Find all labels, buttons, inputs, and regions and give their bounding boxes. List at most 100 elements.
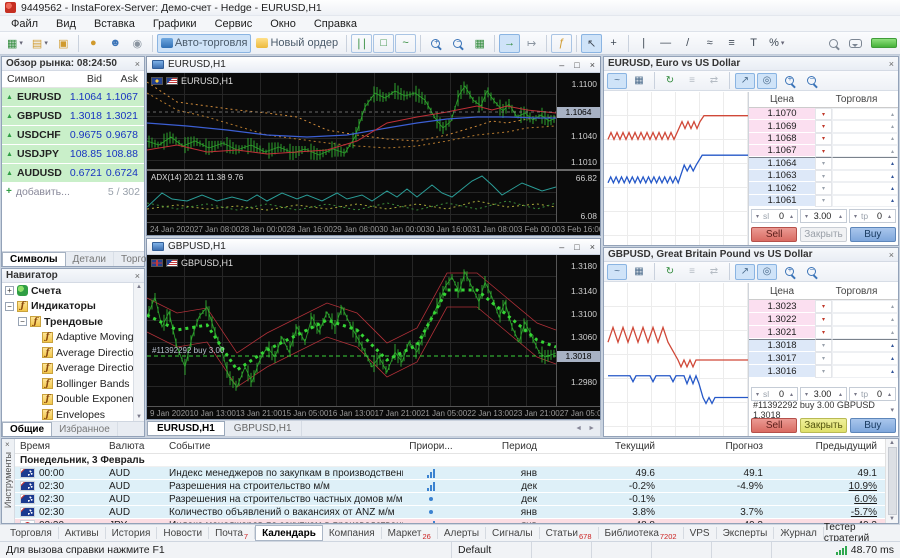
sell-price-row[interactable]: 1.3023▾▴ — [749, 300, 898, 313]
buy-price-row[interactable]: 1.3016▾▴ — [749, 365, 898, 378]
profiles-button[interactable]: ▤▾ — [28, 34, 52, 53]
time-axis[interactable]: 9 Jan 202010 Jan 13:0013 Jan 21:0015 Jan… — [147, 406, 600, 419]
line-chart-button[interactable]: ~ — [395, 34, 416, 53]
tab-news[interactable]: Новости — [157, 527, 209, 539]
tree-item-indicators[interactable]: −ƒИндикаторы — [2, 299, 133, 315]
group-orders-button[interactable]: ◎ — [757, 264, 777, 280]
calendar-row[interactable]: 02:30 AUD Разрешения на строительство ча… — [15, 493, 885, 506]
tile-windows-button[interactable]: ▦ — [469, 34, 490, 53]
zoom-in-button[interactable]: + — [779, 264, 799, 280]
tab-company[interactable]: Компания — [323, 527, 382, 539]
volume-stepper[interactable]: ▾3.00▴ — [800, 209, 847, 223]
sell-arrow-icon[interactable]: ▾ — [815, 170, 832, 182]
calendar-row[interactable]: 02:30 AUD Разрешения на строительство м/… — [15, 480, 885, 493]
trade-cell[interactable]: ▴ — [832, 108, 898, 120]
expand-icon[interactable]: + — [5, 286, 14, 295]
refresh-button[interactable]: ↻ — [660, 73, 680, 89]
deposit-button[interactable]: ● — [83, 34, 104, 53]
fibonacci-button[interactable]: ≈ — [699, 34, 720, 53]
buy-price-row[interactable]: 1.3017▾▴ — [749, 352, 898, 365]
chart-window-title-bar[interactable]: EURUSD,H1 – □ × — [147, 57, 600, 73]
trade-cell[interactable]: ▴ — [832, 365, 898, 378]
trade-cell[interactable]: ▴ — [832, 157, 898, 170]
sell-price-row[interactable]: 1.1067▾▴ — [749, 145, 898, 157]
objects-list-button[interactable]: ≡ — [721, 34, 742, 53]
column-bid[interactable]: Bid — [62, 73, 102, 85]
pane-separator[interactable] — [147, 169, 600, 171]
trade-cell[interactable]: ▴ — [832, 352, 898, 365]
column-ask[interactable]: Ask — [102, 73, 142, 85]
autoscroll-button[interactable]: → — [499, 34, 520, 53]
refresh-button[interactable]: ↻ — [660, 264, 680, 280]
close-icon[interactable]: × — [889, 59, 894, 69]
symbol-row-gbpusd[interactable]: ▲GBPUSD 1.30181.3021 — [2, 107, 144, 126]
take-profit-stepper[interactable]: ▾tp0▴ — [849, 209, 896, 223]
search-button[interactable] — [823, 34, 844, 53]
column-current[interactable]: Текущий — [545, 441, 663, 452]
maximize-button[interactable]: □ — [574, 242, 579, 252]
minimize-button[interactable]: – — [559, 60, 564, 70]
history-center-button[interactable]: ▣ — [53, 34, 74, 53]
sell-arrow-icon[interactable]: ▾ — [815, 339, 832, 352]
menu-charts[interactable]: Графики — [144, 17, 206, 31]
depth-table-button[interactable]: ▦ — [629, 264, 649, 280]
column-symbol[interactable]: Символ — [2, 73, 62, 85]
horizontal-line-button[interactable]: — — [655, 34, 676, 53]
crosshair-button[interactable]: + — [603, 34, 624, 53]
sell-arrow-icon[interactable]: ▾ — [815, 145, 832, 157]
price-axis[interactable]: 1.3180 1.3140 1.3100 1.3060 1.2980 — [556, 255, 600, 419]
menu-window[interactable]: Окно — [261, 17, 305, 31]
one-click-button[interactable]: ↗ — [735, 264, 755, 280]
depth-button[interactable]: ≡ — [682, 73, 702, 89]
tab-experts[interactable]: Эксперты — [717, 527, 775, 539]
tab-history[interactable]: История — [106, 527, 158, 539]
sell-arrow-icon[interactable]: ▾ — [815, 182, 832, 194]
column-currency[interactable]: Валюта — [101, 441, 169, 452]
sell-arrow-icon[interactable]: ▾ — [815, 195, 832, 207]
scroll-up-icon[interactable]: ▲ — [136, 284, 142, 290]
new-order-button[interactable]: Новый ордер — [252, 34, 342, 53]
one-click-button[interactable]: ↗ — [735, 73, 755, 89]
close-icon[interactable]: × — [5, 440, 10, 449]
autotrade-button[interactable]: Авто-торговля — [157, 34, 252, 53]
sell-arrow-icon[interactable]: ▾ — [815, 352, 832, 365]
tab-trade[interactable]: Торговля — [4, 527, 59, 539]
sell-arrow-icon[interactable]: ▾ — [815, 133, 832, 145]
close-icon[interactable]: × — [135, 271, 140, 281]
tab-signals[interactable]: Сигналы — [486, 527, 540, 539]
sell-arrow-icon[interactable]: ▾ — [815, 157, 832, 170]
connection-latency[interactable]: 48.70 ms — [830, 542, 900, 558]
open-position-row[interactable]: #11392292 buy 3.00 GBPUSD 1.3018 ▾ — [749, 403, 898, 416]
column-time[interactable]: Время — [15, 441, 101, 452]
chevron-down-icon[interactable]: ▾ — [890, 406, 894, 414]
close-position-button[interactable]: Закрыть — [800, 227, 846, 242]
trade-cell[interactable]: ▴ — [832, 145, 898, 157]
buy-price-row[interactable]: 1.1061▾▴ — [749, 195, 898, 207]
sell-arrow-icon[interactable]: ▾ — [815, 120, 832, 132]
menu-insert[interactable]: Вставка — [85, 17, 144, 31]
tab-symbols[interactable]: Символы — [2, 252, 66, 266]
sell-price-row[interactable]: 1.3021▾▴ — [749, 326, 898, 339]
tab-articles[interactable]: Статьи678 — [540, 527, 599, 539]
sell-button[interactable]: Sell — [751, 227, 797, 242]
buy-button[interactable]: Buy — [850, 227, 896, 242]
tree-item-indicator[interactable]: ƒBollinger Bands — [2, 376, 133, 392]
navigator-scrollbar[interactable]: ▲ ▼ — [133, 283, 144, 421]
chat-button[interactable] — [845, 34, 866, 53]
minimize-button[interactable]: – — [559, 242, 564, 252]
trade-cell[interactable]: ▴ — [832, 170, 898, 182]
tab-market[interactable]: Маркет26 — [382, 527, 438, 539]
close-icon[interactable]: × — [889, 250, 894, 260]
tab-calendar[interactable]: Календарь — [255, 525, 323, 541]
buy-price-row[interactable]: 1.1063▾▴ — [749, 170, 898, 182]
tick-chart-button[interactable]: ~ — [607, 264, 627, 280]
menu-help[interactable]: Справка — [305, 17, 366, 31]
tab-assets[interactable]: Активы — [59, 527, 106, 539]
zoom-in-button[interactable]: + — [779, 73, 799, 89]
bar-chart-button[interactable]: ∣∣ — [351, 34, 372, 53]
toolbox-scrollbar[interactable]: ▲ ▼ — [885, 439, 898, 523]
tree-item-indicator[interactable]: ƒEnvelopes — [2, 407, 133, 421]
column-priority[interactable]: Приори... — [403, 441, 459, 452]
tab-common[interactable]: Общие — [2, 422, 52, 436]
zoom-out-button[interactable]: − — [801, 73, 821, 89]
